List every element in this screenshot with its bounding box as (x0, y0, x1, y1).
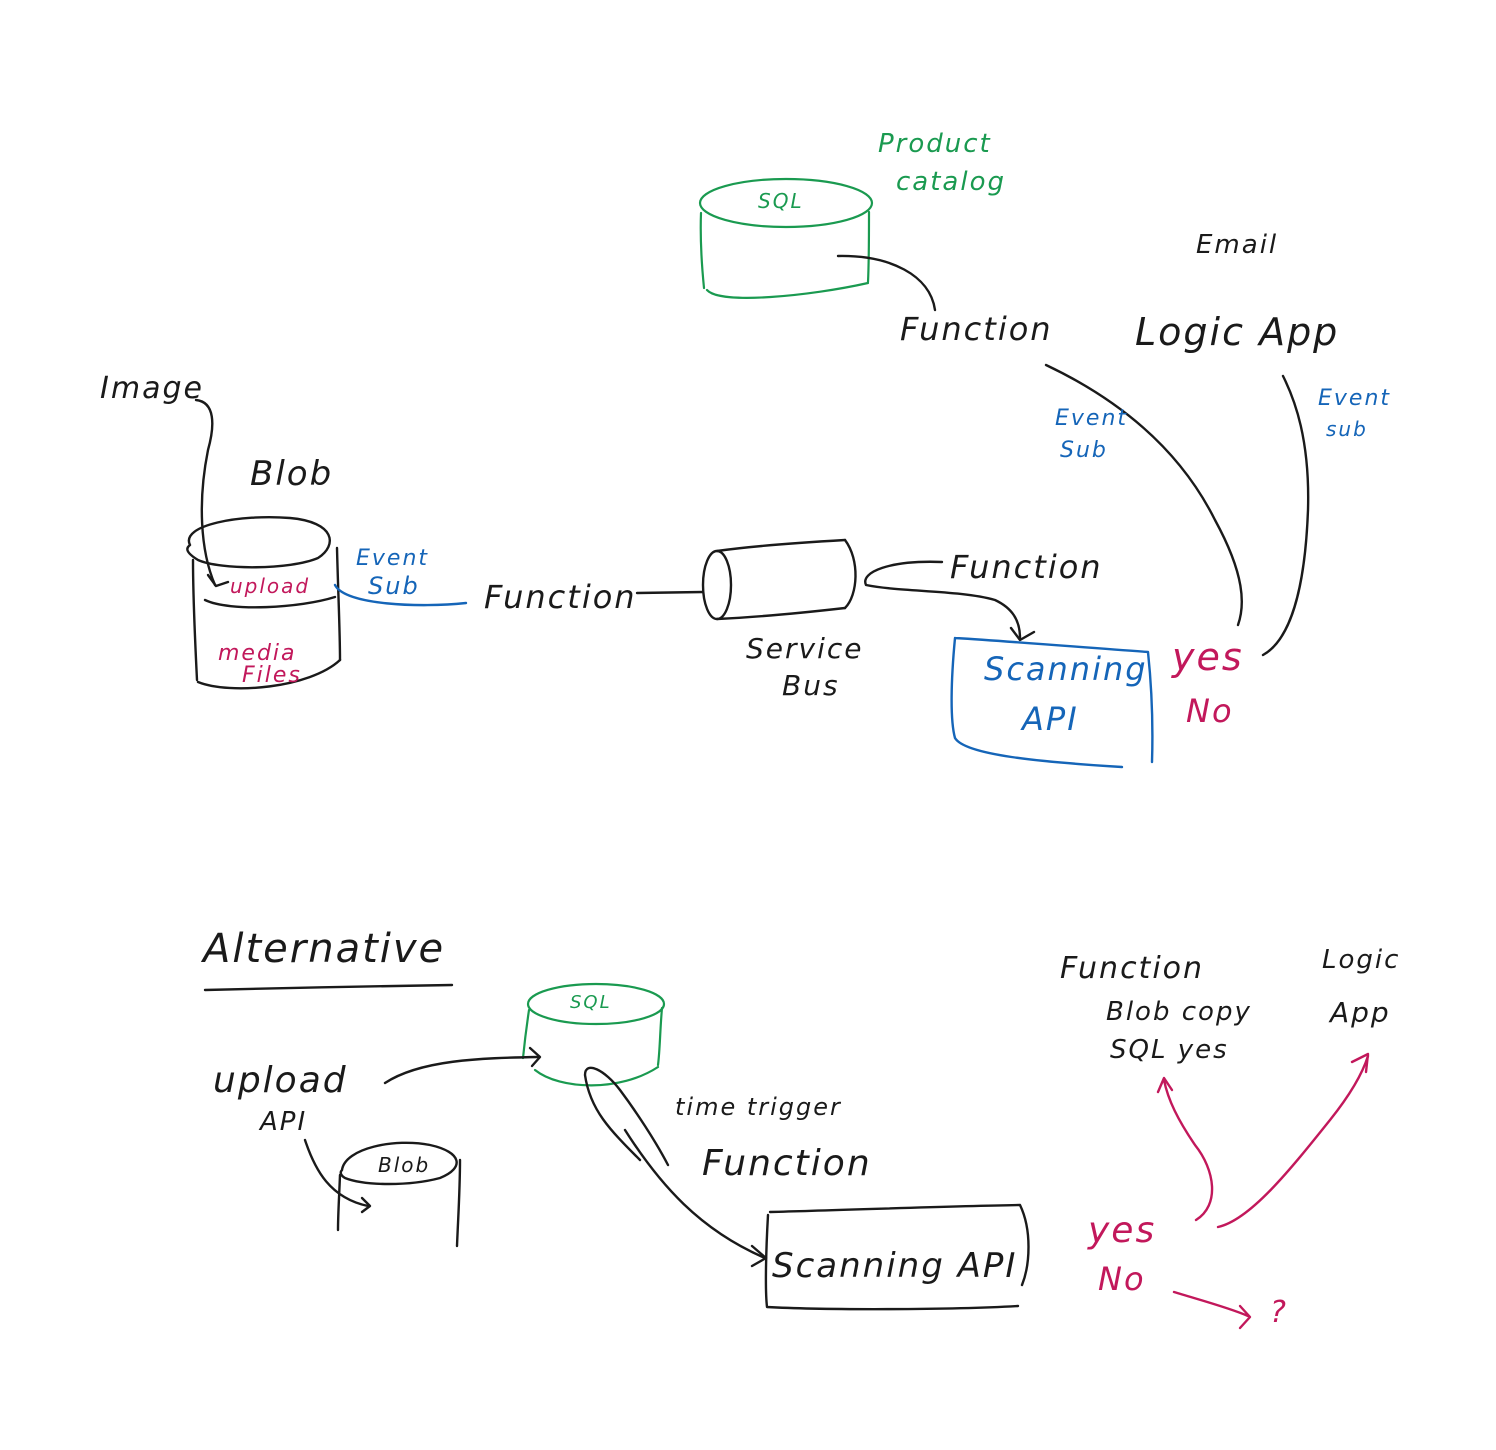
alternative-heading: Alternative (200, 926, 445, 972)
event-sub-left-line1: Event (1055, 406, 1128, 431)
service-bus-line2: Bus (782, 669, 840, 702)
upload-api-line1: upload (213, 1060, 348, 1101)
sql-time-trigger-loop (583, 1066, 670, 1167)
logicapp-to-yes-curve (1261, 374, 1310, 657)
function-main-label: Function (484, 578, 637, 616)
logic-app-bottom-line1: Logic (1322, 945, 1400, 975)
blob-label: Blob (250, 454, 333, 494)
upload-api-line2: API (258, 1107, 307, 1137)
logic-app-bottom-line2: App (1328, 996, 1391, 1029)
function-scan-label: Function (950, 548, 1103, 586)
function-to-servicebus-line (635, 590, 705, 595)
no-to-question-arrow (1172, 1290, 1250, 1318)
event-sub-left-line2: Sub (1060, 438, 1108, 463)
uploadapi-to-sql-arrow (383, 1055, 540, 1085)
event-sub-right-line2: sub (1326, 417, 1368, 441)
logic-app-label: Logic App (1135, 310, 1339, 354)
architecture-sketch: SQL Product catalog Function Email Logic… (100, 129, 1400, 1330)
product-catalog-label-line2: catalog (896, 167, 1006, 197)
sql-bottom-label: SQL (570, 992, 612, 1013)
scanning-api-line1: Scanning (984, 650, 1148, 688)
function-blob-line1: Function (1060, 951, 1204, 986)
image-label: Image (100, 371, 204, 406)
upload-label: upload (230, 574, 310, 598)
function-blob-line2: Blob copy (1106, 997, 1252, 1027)
sql-catalog-label: SQL (758, 189, 804, 213)
function-catalog-label: Function (900, 310, 1053, 348)
service-bus-tube (701, 538, 857, 621)
sql-to-function-line (836, 254, 937, 312)
email-label: Email (1196, 230, 1278, 260)
event-sub-right-line1: Event (1318, 386, 1391, 411)
whiteboard-canvas: SQL Product catalog Function Email Logic… (0, 0, 1496, 1450)
alternative-underline (203, 983, 454, 992)
function-blob-line3: SQL yes (1110, 1035, 1229, 1065)
yes-to-logicapp-arrow (1216, 1054, 1370, 1229)
no-bottom-label: No (1098, 1260, 1146, 1298)
media-files-line2: Files (242, 663, 302, 688)
service-bus-line1: Service (746, 632, 863, 665)
time-trigger-label: time trigger (675, 1093, 842, 1121)
yes-bottom-label: yes (1087, 1210, 1156, 1251)
scanning-api-line2: API (1020, 700, 1079, 738)
product-catalog-label-line1: Product (878, 129, 992, 159)
event-sub-blob-line1: Event (356, 546, 429, 571)
uploadapi-to-blob-line (303, 1138, 370, 1208)
blob-bottom-label: Blob (378, 1153, 430, 1177)
event-sub-blob-line2: Sub (368, 572, 420, 600)
image-to-upload-arrow (194, 398, 217, 587)
function-to-yes-curve (1044, 363, 1243, 627)
question-mark: ? (1270, 1295, 1288, 1330)
no-label: No (1186, 692, 1234, 730)
yes-to-function-arrow (1162, 1078, 1214, 1222)
scanning-api-bottom-label: Scanning API (772, 1246, 1017, 1286)
function-bottom-label: Function (702, 1143, 872, 1184)
yes-label: yes (1171, 635, 1244, 679)
